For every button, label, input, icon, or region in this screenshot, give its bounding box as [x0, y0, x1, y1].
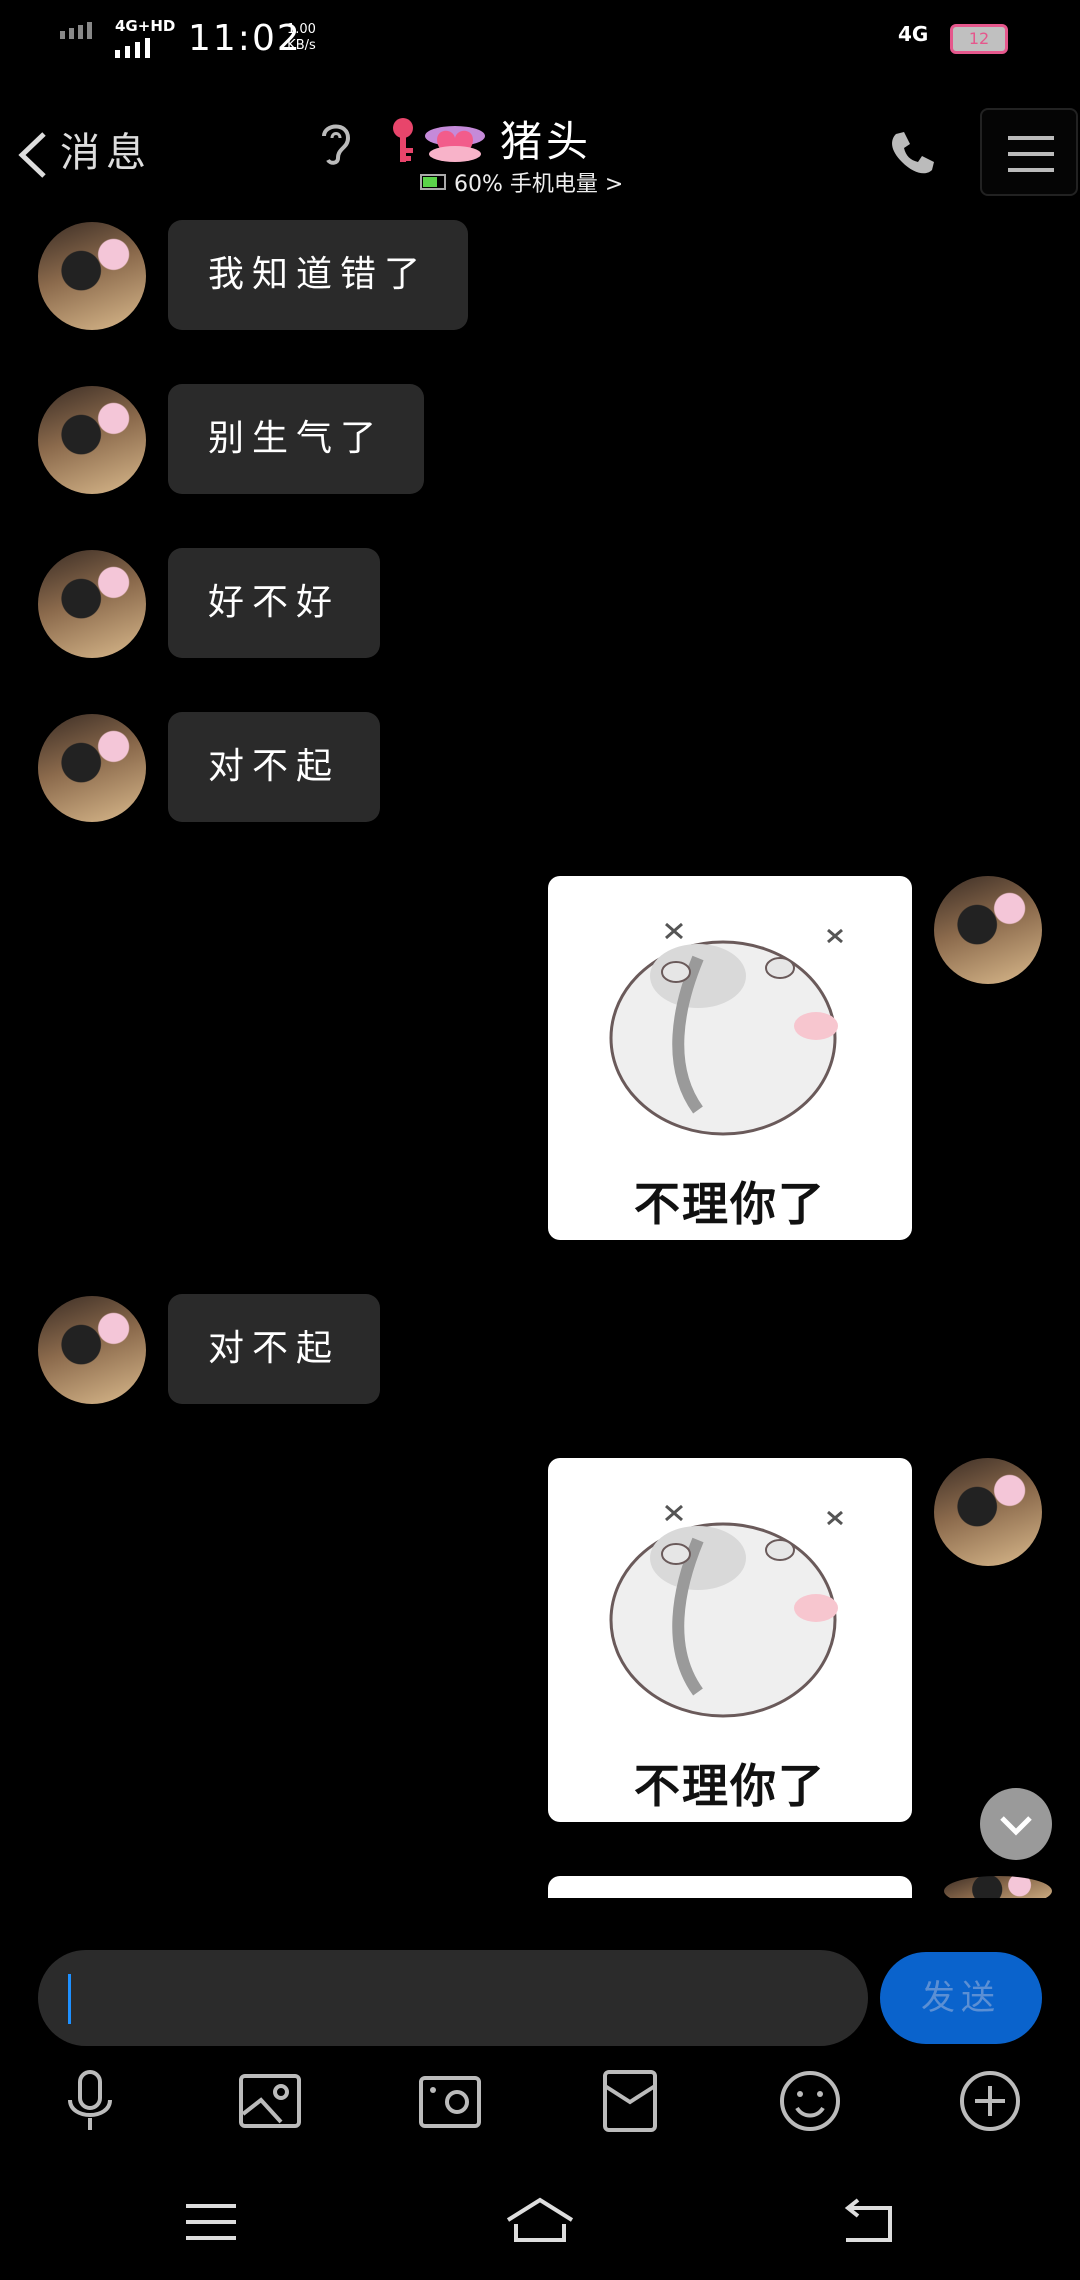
contact-name[interactable]: 猪头 [500, 108, 592, 169]
signal-strength-icon [60, 22, 92, 39]
red-packet-icon[interactable] [595, 2066, 665, 2136]
menu-lines-icon [186, 2204, 236, 2240]
back-label[interactable]: 消息 [60, 120, 152, 178]
back-button[interactable] [14, 130, 54, 180]
recent-apps-button[interactable] [184, 2200, 238, 2248]
battery-indicator: 12 [950, 24, 1008, 54]
microphone-icon[interactable] [55, 2066, 125, 2136]
contact-avatar[interactable] [38, 714, 146, 822]
message-bubble[interactable]: 对不起 [168, 712, 381, 822]
camera-icon[interactable] [415, 2066, 485, 2136]
network-type-right: 4G [898, 22, 929, 46]
sticker-message[interactable]: 不理你了 [548, 1458, 912, 1822]
message-bubble[interactable]: 好不好 [168, 548, 381, 658]
hamster-sticker-image [609, 922, 843, 1136]
contact-avatar[interactable] [38, 1296, 146, 1404]
sticker-caption: 不理你了 [634, 1759, 826, 1813]
plus-icon[interactable] [955, 2066, 1025, 2136]
contact-subtitle[interactable]: 60% 手机电量 > [420, 166, 623, 198]
speed-value: 1.00 [287, 22, 316, 37]
image-icon[interactable] [235, 2066, 305, 2136]
back-arrow-icon [844, 2198, 892, 2242]
status-bar: 4G+HD 11:02 1.00 KB/s 4G 12 [0, 0, 1080, 80]
scroll-to-bottom-button[interactable] [980, 1788, 1052, 1860]
network-type-label: 4G+HD [115, 17, 176, 35]
chevron-down-icon [1000, 1816, 1032, 1836]
sticker-message-partial[interactable] [548, 1876, 912, 1898]
chevron-left-icon [18, 132, 46, 178]
ear-icon[interactable] [318, 118, 354, 170]
home-icon [506, 2197, 574, 2242]
signal-bars-icon [115, 38, 150, 58]
contact-avatar[interactable] [38, 222, 146, 330]
my-avatar-partial[interactable] [944, 1876, 1052, 1898]
message-bubble[interactable]: 别生气了 [168, 384, 425, 494]
home-button[interactable] [504, 2196, 576, 2250]
send-button[interactable]: 发送 [880, 1952, 1042, 2044]
battery-mini-icon [420, 174, 446, 190]
chat-message-list[interactable]: 我知道错了 别生气了 好不好 对不起 不理你了 对不起 不理你了 [0, 210, 1080, 1898]
menu-button[interactable] [980, 108, 1078, 196]
speed-unit: KB/s [287, 38, 316, 53]
phone-call-button[interactable] [886, 128, 936, 182]
text-cursor [68, 1974, 71, 2024]
phone-icon [892, 132, 934, 174]
message-bubble[interactable]: 我知道错了 [168, 220, 469, 330]
network-speed: 1.00 KB/s [287, 22, 316, 54]
chat-header: 消息 猪头 60% 手机电量 > [0, 80, 1080, 210]
sticker-caption: 不理你了 [634, 1177, 826, 1231]
contact-avatar[interactable] [38, 386, 146, 494]
message-bubble[interactable]: 对不起 [168, 1294, 381, 1404]
emoji-icon[interactable] [775, 2066, 845, 2136]
back-nav-button[interactable] [840, 2198, 896, 2250]
contact-avatar[interactable] [38, 550, 146, 658]
my-avatar[interactable] [934, 1458, 1042, 1566]
system-navigation-bar [0, 2180, 1080, 2280]
battery-status-text: 60% 手机电量 > [454, 172, 624, 197]
hamburger-icon [1008, 136, 1054, 140]
intimacy-badge-icon[interactable] [385, 114, 495, 174]
hamster-sticker-image [609, 1504, 843, 1718]
clock: 11:02 [188, 18, 302, 59]
sticker-message[interactable]: 不理你了 [548, 876, 912, 1240]
my-avatar[interactable] [934, 876, 1042, 984]
message-input[interactable] [38, 1950, 868, 2046]
